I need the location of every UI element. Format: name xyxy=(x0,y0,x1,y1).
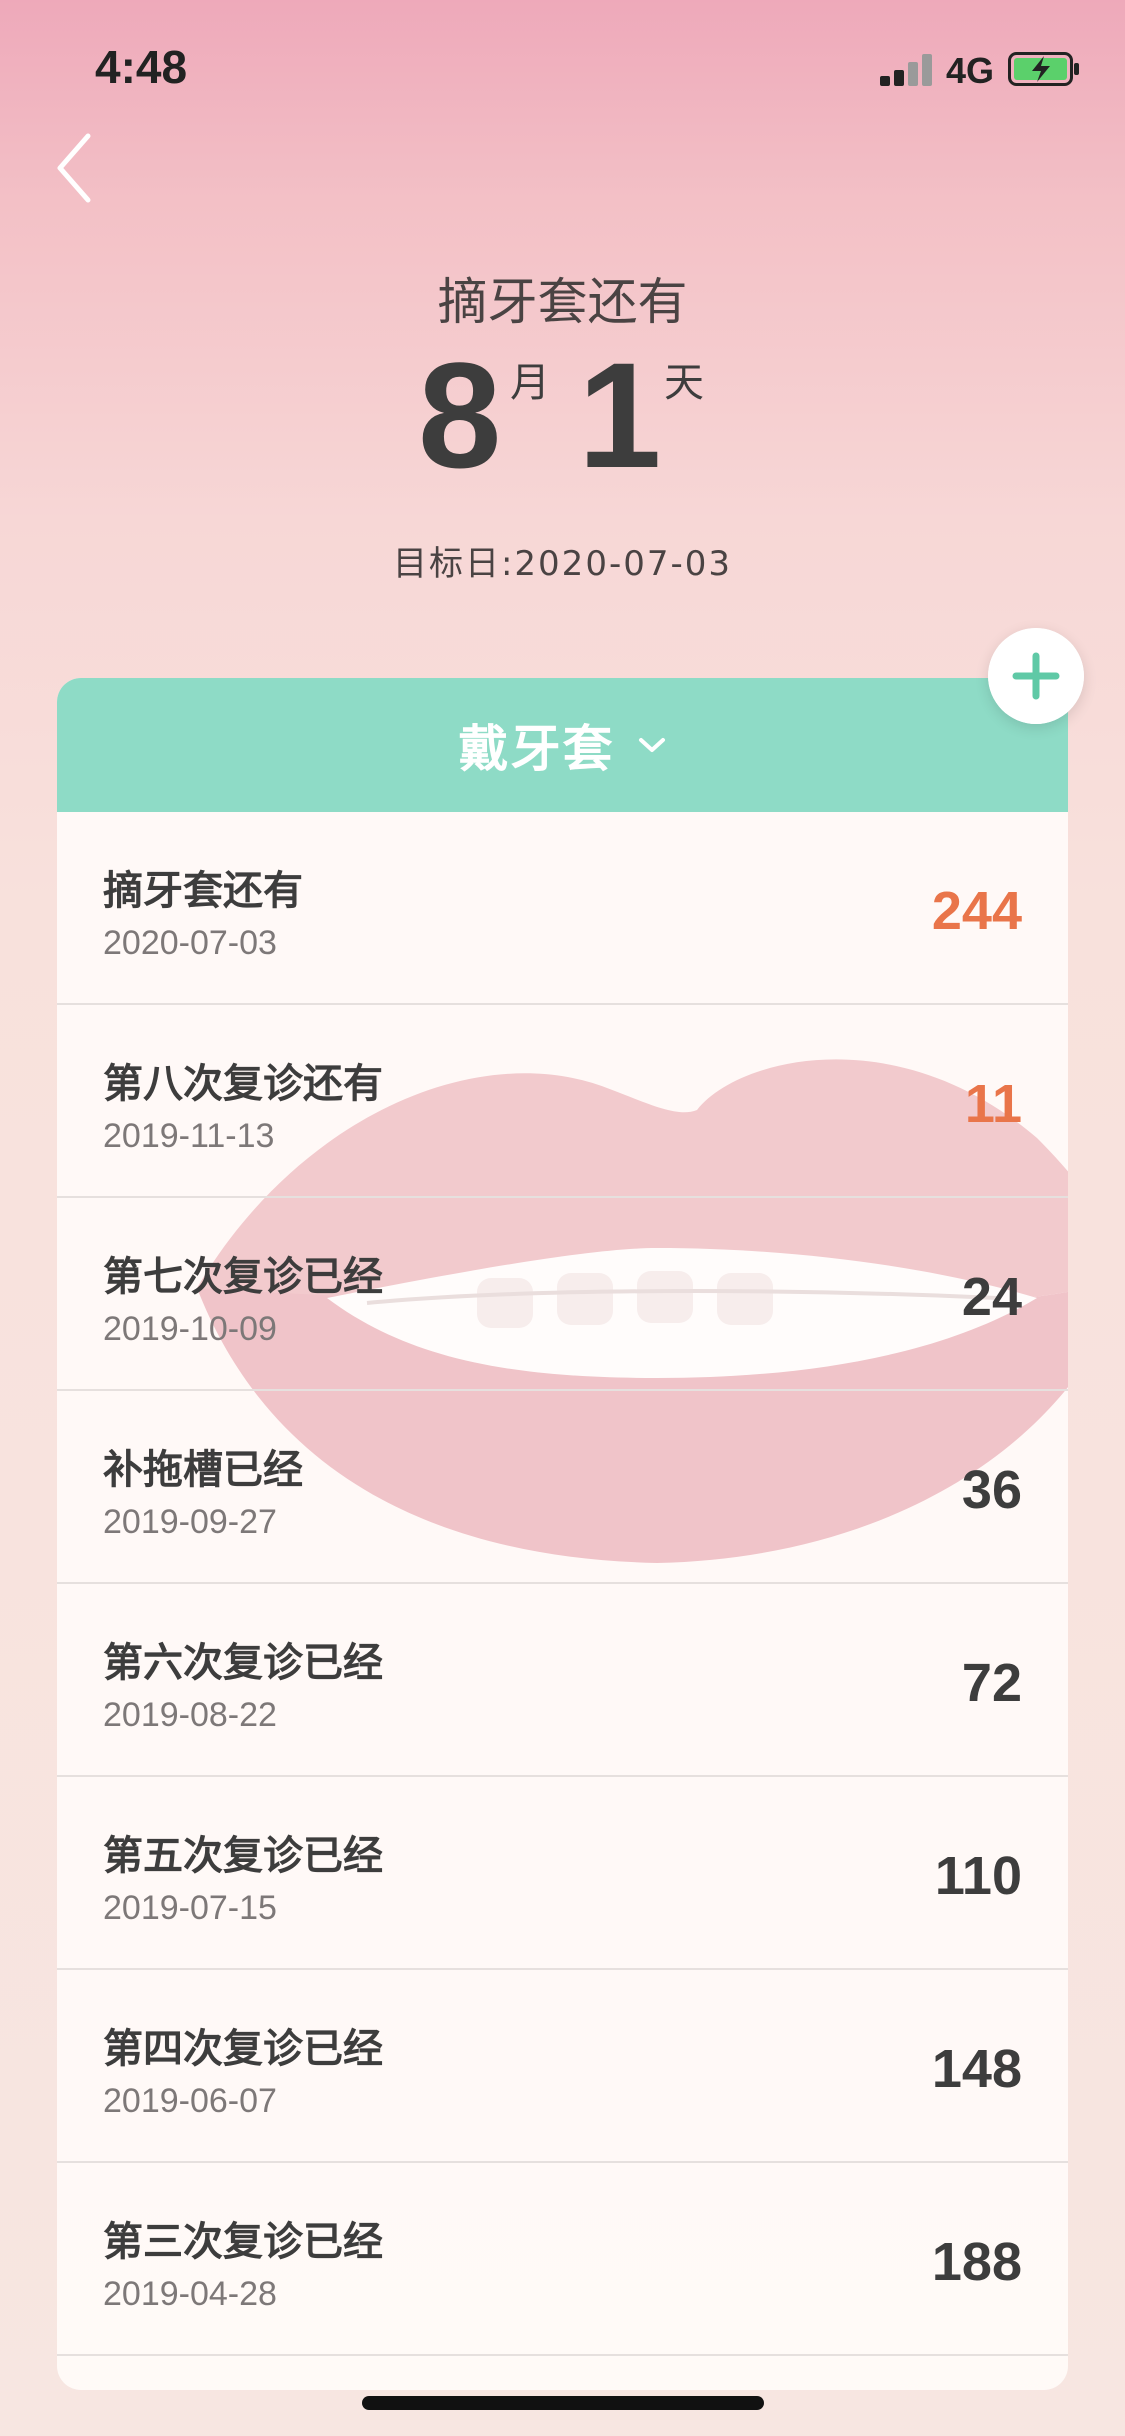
battery-charging-icon xyxy=(1008,52,1079,86)
event-title: 摘牙套还有 xyxy=(103,868,303,914)
event-day-count: 36 xyxy=(961,1460,1022,1520)
category-label: 戴牙套 xyxy=(458,720,615,778)
add-event-button[interactable] xyxy=(988,628,1084,724)
list-item[interactable]: 第五次复诊已经 2019-07-15 110 xyxy=(57,1777,1068,1970)
event-day-count: 24 xyxy=(961,1267,1022,1327)
event-date: 2019-04-28 xyxy=(103,2275,277,2313)
event-title: 第四次复诊已经 xyxy=(103,2026,383,2072)
event-title: 补拖槽已经 xyxy=(103,1447,303,1493)
list-item[interactable]: 摘牙套还有 2020-07-03 244 xyxy=(57,812,1068,1005)
network-type: 4G xyxy=(946,50,995,91)
back-button[interactable] xyxy=(48,128,108,208)
event-title: 第六次复诊已经 xyxy=(103,1640,383,1686)
event-day-count: 148 xyxy=(931,2039,1022,2099)
list-item[interactable]: 补拖槽已经 2019-09-27 36 xyxy=(57,1391,1068,1584)
event-title: 第八次复诊还有 xyxy=(103,1061,383,1107)
event-title: 第三次复诊已经 xyxy=(103,2219,383,2265)
list-item[interactable]: 第八次复诊还有 2019-11-13 11 xyxy=(57,1005,1068,1198)
event-date: 2019-10-09 xyxy=(103,1310,277,1348)
countdown-target-date: 目标日:2020-07-03 xyxy=(392,544,733,584)
home-indicator[interactable] xyxy=(362,2396,764,2410)
event-date: 2019-09-27 xyxy=(103,1503,277,1541)
event-date: 2020-07-03 xyxy=(103,924,277,962)
event-list-card: 戴牙套 摘牙套还有 2020-07-03 244 第八次复诊还有 2019-11… xyxy=(57,678,1068,2390)
event-day-count: 110 xyxy=(934,1846,1022,1906)
event-date: 2019-11-13 xyxy=(103,1117,275,1155)
signal-icon xyxy=(880,54,936,86)
event-date: 2019-08-22 xyxy=(103,1696,277,1734)
chevron-down-icon xyxy=(638,738,665,752)
countdown-days: 1 xyxy=(578,331,662,499)
event-day-count: 244 xyxy=(931,881,1022,941)
list-item[interactable]: 第七次复诊已经 2019-10-09 24 xyxy=(57,1198,1068,1391)
list-item[interactable]: 第三次复诊已经 2019-04-28 188 xyxy=(57,2163,1068,2356)
countdown-month-unit: 月 xyxy=(510,360,550,406)
countdown-day-unit: 天 xyxy=(664,360,704,406)
event-day-count: 72 xyxy=(961,1653,1022,1713)
event-date: 2019-07-15 xyxy=(103,1889,277,1927)
category-selector[interactable]: 戴牙套 xyxy=(57,678,1068,812)
event-list: 摘牙套还有 2020-07-03 244 第八次复诊还有 2019-11-13 … xyxy=(57,812,1068,2356)
status-bar: 4:48 4G xyxy=(0,0,1125,140)
event-day-count: 11 xyxy=(964,1074,1022,1134)
event-day-count: 188 xyxy=(931,2232,1022,2292)
event-title: 第七次复诊已经 xyxy=(103,1254,383,1300)
list-item[interactable]: 第四次复诊已经 2019-06-07 148 xyxy=(57,1970,1068,2163)
countdown-title: 摘牙套还有 xyxy=(437,273,688,331)
countdown-months: 8 xyxy=(418,331,502,499)
list-item[interactable]: 第六次复诊已经 2019-08-22 72 xyxy=(57,1584,1068,1777)
event-date: 2019-06-07 xyxy=(103,2082,277,2120)
status-time: 4:48 xyxy=(95,41,188,93)
event-title: 第五次复诊已经 xyxy=(103,1833,383,1879)
